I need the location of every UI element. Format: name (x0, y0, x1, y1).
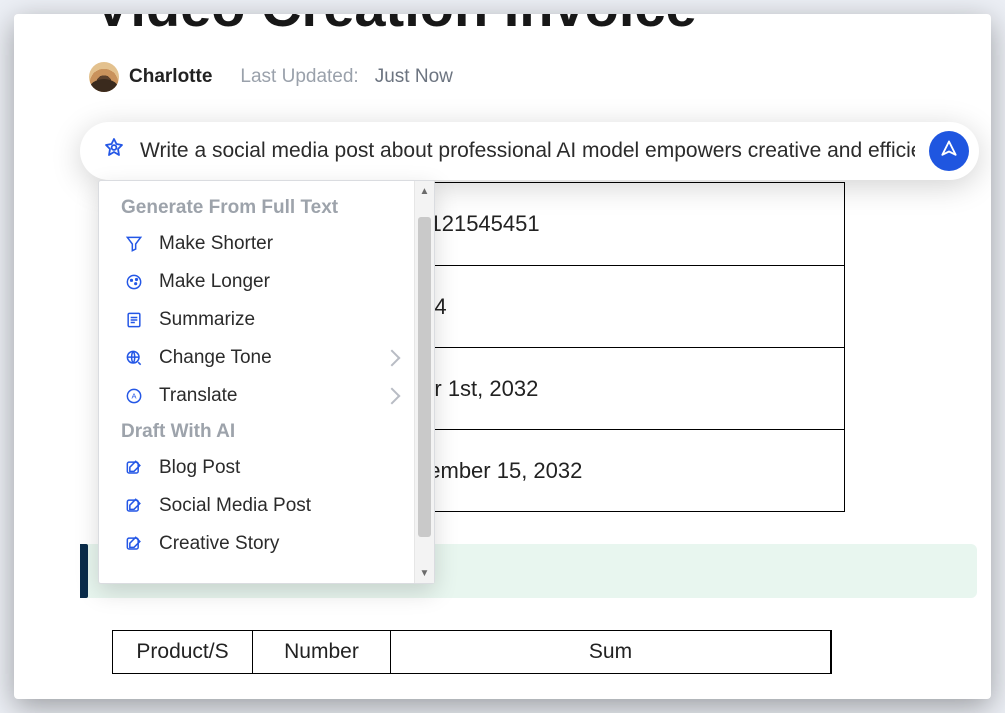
menu-item-summarize[interactable]: Summarize (109, 301, 410, 339)
compose-icon (123, 457, 145, 479)
menu-item-social-post[interactable]: Social Media Post (109, 487, 410, 525)
scroll-thumb[interactable] (418, 217, 431, 537)
menu-item-label: Blog Post (159, 457, 240, 479)
menu-list: Generate From Full Text Make Shorter Mak… (99, 181, 414, 583)
menu-item-make-longer[interactable]: Make Longer (109, 263, 410, 301)
items-table-header: Product/S Number Sum (112, 630, 832, 674)
menu-item-label: Make Longer (159, 271, 270, 293)
scroll-down-icon[interactable]: ▼ (415, 565, 434, 581)
compose-icon (123, 495, 145, 517)
menu-item-blog-post[interactable]: Blog Post (109, 449, 410, 487)
col-number: Number (253, 631, 391, 673)
page-title: Video Creation Invoice (94, 14, 697, 39)
ai-sparkle-icon (102, 137, 126, 166)
document-lines-icon (123, 309, 145, 331)
menu-heading-draft: Draft With AI (109, 415, 410, 449)
author-row: Charlotte Last Updated: Just Now (89, 62, 453, 92)
menu-item-make-shorter[interactable]: Make Shorter (109, 225, 410, 263)
document-page: Video Creation Invoice Charlotte Last Up… (14, 14, 991, 699)
menu-item-label: Make Shorter (159, 233, 273, 255)
menu-item-creative-story[interactable]: Creative Story (109, 525, 410, 563)
ai-prompt-bar: Write a social media post about professi… (80, 122, 979, 180)
menu-item-label: Summarize (159, 309, 255, 331)
svg-text:A: A (131, 392, 136, 401)
menu-item-label: Social Media Post (159, 495, 311, 517)
menu-heading-generate: Generate From Full Text (109, 191, 410, 225)
col-product: Product/S (113, 631, 253, 673)
menu-item-change-tone[interactable]: Change Tone (109, 339, 410, 377)
compose-icon (123, 533, 145, 555)
updated-label: Last Updated: (240, 66, 358, 88)
send-button[interactable] (929, 131, 969, 171)
ai-actions-menu: Generate From Full Text Make Shorter Mak… (98, 180, 435, 584)
menu-item-label: Change Tone (159, 347, 272, 369)
highlight-accent (80, 544, 88, 598)
menu-scrollbar[interactable]: ▲ ▼ (414, 181, 434, 583)
col-sum: Sum (391, 631, 831, 673)
ai-prompt-input[interactable]: Write a social media post about professi… (140, 139, 915, 163)
globe-edit-icon (123, 347, 145, 369)
cookie-icon (123, 271, 145, 293)
scroll-up-icon[interactable]: ▲ (415, 183, 434, 199)
translate-icon: A (123, 385, 145, 407)
menu-item-translate[interactable]: A Translate (109, 377, 410, 415)
updated-value: Just Now (375, 66, 453, 88)
author-name: Charlotte (129, 66, 212, 88)
funnel-icon (123, 233, 145, 255)
menu-item-label: Creative Story (159, 533, 279, 555)
send-icon (939, 139, 959, 164)
menu-item-label: Translate (159, 385, 238, 407)
avatar[interactable] (89, 62, 119, 92)
